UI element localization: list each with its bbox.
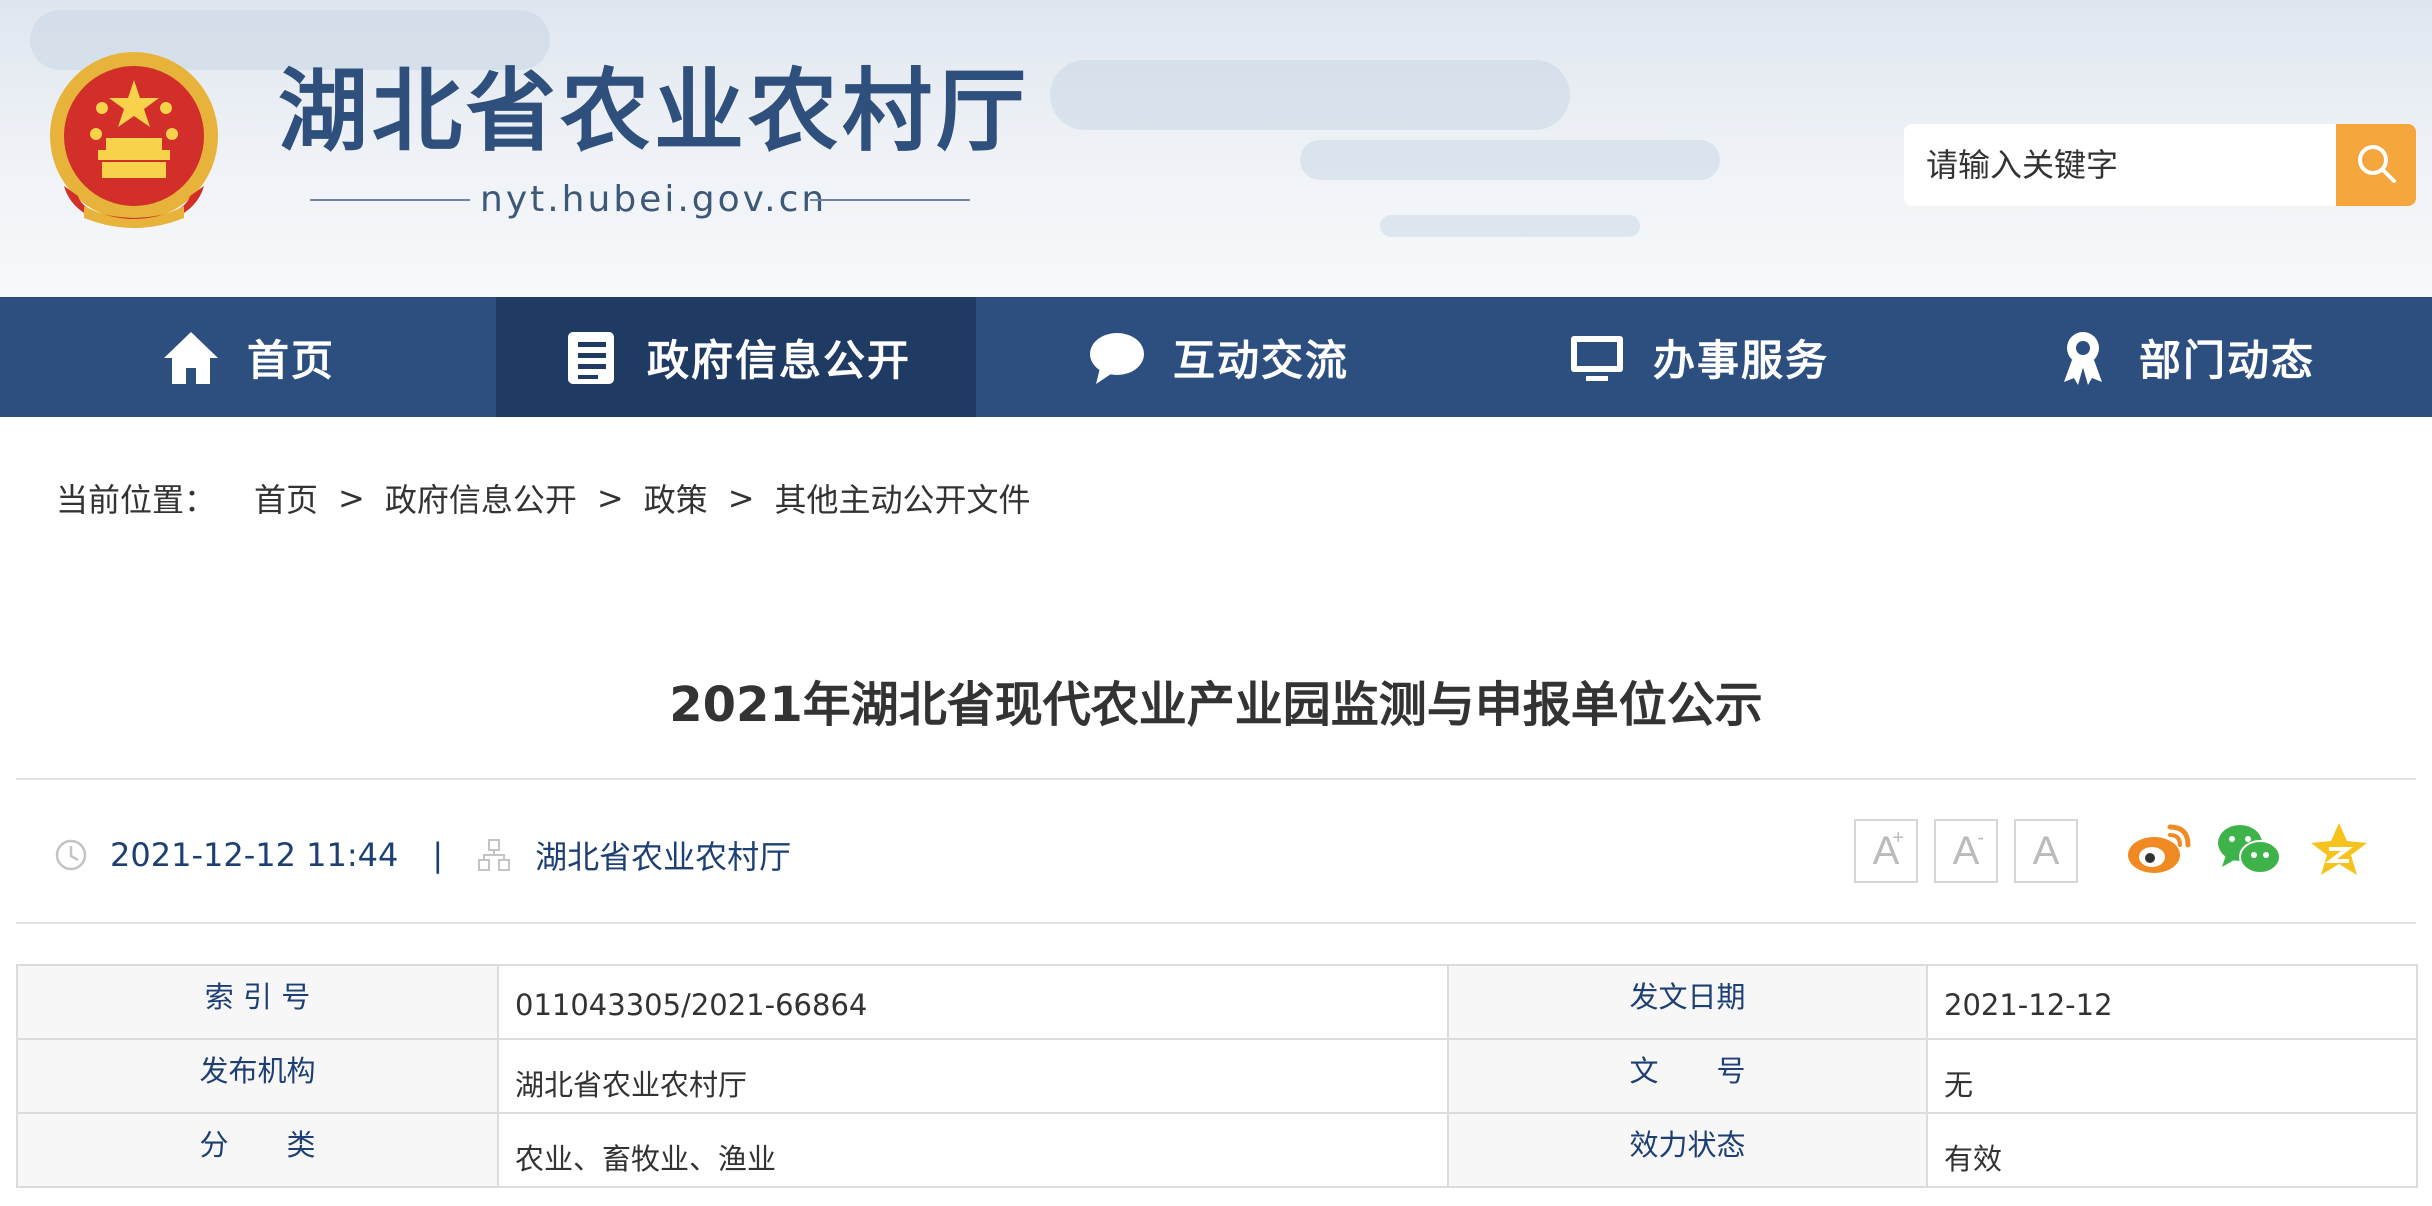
org-icon bbox=[477, 838, 511, 872]
info-key: 发布机构 bbox=[16, 1038, 499, 1114]
domain-text: nyt.hubei.gov.cn bbox=[480, 179, 828, 220]
site-domain: nyt.hubei.gov.cn bbox=[310, 176, 970, 224]
info-value: 无 bbox=[1926, 1038, 2418, 1114]
info-value: 湖北省农业农村厅 bbox=[497, 1038, 1449, 1114]
info-value: 2021-12-12 bbox=[1926, 964, 2418, 1040]
info-value: 有效 bbox=[1926, 1112, 2418, 1188]
table-row: 发布机构 湖北省农业农村厅 文 号 无 bbox=[16, 1038, 2418, 1114]
site-header: 湖北省农业农村厅 nyt.hubei.gov.cn bbox=[0, 0, 2432, 297]
info-value: 农业、畜牧业、渔业 bbox=[497, 1112, 1449, 1188]
table-row: 索 引 号 011043305/2021-66864 发文日期 2021-12-… bbox=[16, 964, 2418, 1040]
document-list-icon bbox=[561, 327, 621, 387]
breadcrumb-prefix: 当前位置： bbox=[56, 481, 217, 519]
breadcrumb-item-gov-info[interactable]: 政府信息公开 bbox=[385, 475, 577, 521]
nav-item-gov-info[interactable]: 政府信息公开 bbox=[496, 297, 976, 417]
home-icon bbox=[161, 327, 221, 387]
monitor-icon bbox=[1567, 327, 1627, 387]
article-meta: 2021-12-12 11:44 | 湖北省农业农村厅 bbox=[54, 830, 791, 880]
qzone-icon bbox=[2309, 821, 2369, 881]
cloud-decoration bbox=[1300, 140, 1720, 180]
breadcrumb-separator: > bbox=[727, 479, 755, 517]
article-tools: A + A- A bbox=[1854, 818, 2374, 884]
share-weibo-button[interactable] bbox=[2124, 818, 2194, 884]
info-key: 效力状态 bbox=[1447, 1112, 1928, 1188]
title-divider bbox=[16, 778, 2416, 780]
font-button-sup: - bbox=[1977, 827, 1984, 849]
font-increase-button[interactable]: A + bbox=[1854, 819, 1918, 883]
clock-icon bbox=[54, 838, 88, 872]
wechat-icon bbox=[2216, 821, 2282, 881]
cloud-decoration bbox=[1050, 60, 1570, 130]
domain-line-left bbox=[310, 199, 470, 201]
breadcrumb-item-other-files[interactable]: 其他主动公开文件 bbox=[775, 475, 1031, 521]
article-title: 2021年湖北省现代农业产业园监测与申报单位公示 bbox=[669, 677, 1763, 733]
search-box bbox=[1904, 124, 2336, 206]
publish-source: 湖北省农业农村厅 bbox=[535, 838, 792, 876]
table-row: 分 类 农业、畜牧业、渔业 效力状态 有效 bbox=[16, 1112, 2418, 1188]
national-emblem-icon[interactable] bbox=[44, 46, 224, 236]
nav-item-services[interactable]: 办事服务 bbox=[1460, 297, 1936, 417]
font-button-label: A bbox=[1952, 828, 1980, 873]
ribbon-badge-icon bbox=[2053, 327, 2113, 387]
font-default-button[interactable]: A bbox=[2014, 819, 2078, 883]
site-title[interactable]: 湖北省农业农村厅 bbox=[278, 62, 1030, 162]
nav-label: 政府信息公开 bbox=[646, 335, 911, 385]
share-wechat-button[interactable] bbox=[2214, 818, 2284, 884]
font-button-label: A bbox=[2032, 828, 2060, 873]
nav-label: 互动交流 bbox=[1172, 335, 1349, 385]
font-decrease-button[interactable]: A- bbox=[1934, 819, 1998, 883]
search-icon bbox=[2354, 141, 2398, 189]
breadcrumb-separator: > bbox=[596, 479, 624, 517]
nav-item-home[interactable]: 首页 bbox=[0, 297, 496, 417]
info-key: 索 引 号 bbox=[16, 964, 499, 1040]
breadcrumb-separator: > bbox=[338, 479, 365, 517]
nav-item-dept-news[interactable]: 部门动态 bbox=[1936, 297, 2432, 417]
share-qzone-button[interactable] bbox=[2304, 818, 2374, 884]
breadcrumb: 当前位置： 首页 > 政府信息公开 > 政策 > 其他主动公开文件 bbox=[56, 476, 1031, 520]
info-key: 发文日期 bbox=[1447, 964, 1928, 1040]
font-button-sup: + bbox=[1892, 827, 1904, 849]
search-button[interactable] bbox=[2336, 124, 2416, 206]
info-value: 011043305/2021-66864 bbox=[497, 964, 1449, 1040]
publish-datetime: 2021-12-12 11:44 bbox=[110, 836, 399, 874]
chat-bubble-icon bbox=[1087, 327, 1147, 387]
main-nav: 首页 政府信息公开 互动交流 办事服务 部门动态 bbox=[0, 297, 2432, 417]
nav-item-interaction[interactable]: 互动交流 bbox=[976, 297, 1460, 417]
nav-label: 首页 bbox=[246, 335, 335, 385]
breadcrumb-item-policy[interactable]: 政策 bbox=[644, 475, 708, 521]
nav-label: 办事服务 bbox=[1652, 335, 1829, 385]
meta-divider: | bbox=[432, 836, 444, 874]
info-key: 文 号 bbox=[1447, 1038, 1928, 1114]
cloud-decoration bbox=[1380, 215, 1640, 237]
document-info-table: 索 引 号 011043305/2021-66864 发文日期 2021-12-… bbox=[16, 964, 2418, 1188]
info-key: 分 类 bbox=[16, 1112, 499, 1188]
breadcrumb-item-home[interactable]: 首页 bbox=[254, 475, 318, 521]
weibo-icon bbox=[2126, 821, 2192, 881]
domain-line-right bbox=[810, 199, 970, 201]
meta-divider-line bbox=[16, 922, 2416, 924]
nav-label: 部门动态 bbox=[2138, 335, 2315, 385]
search-input[interactable] bbox=[1904, 124, 2336, 206]
